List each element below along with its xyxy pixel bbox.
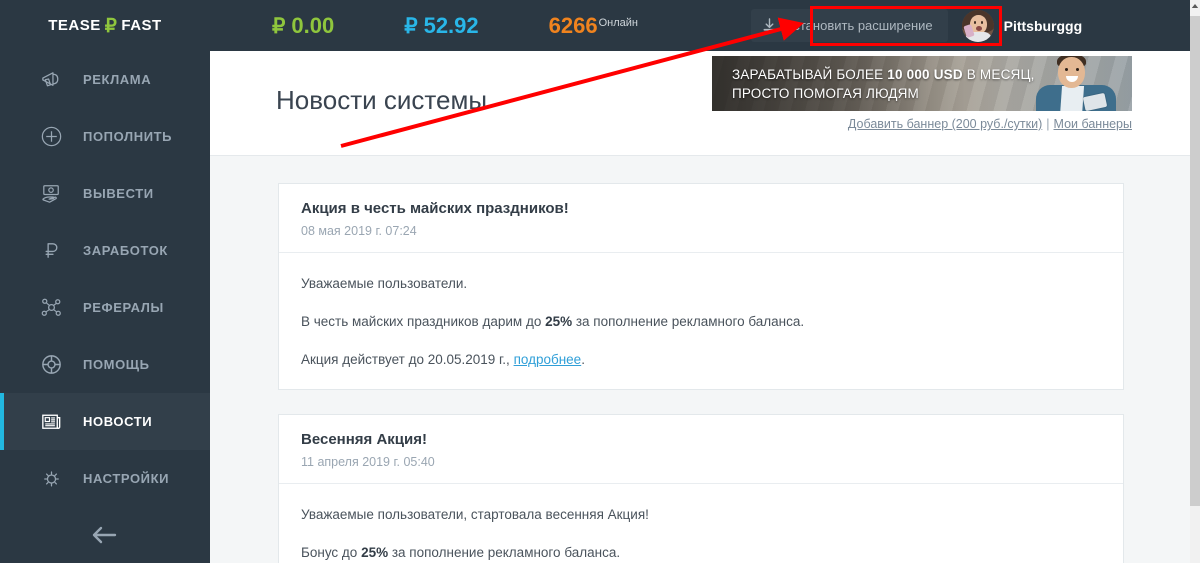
lifebuoy-icon — [36, 352, 66, 377]
ruble-logo-icon: ₽ — [104, 16, 118, 37]
news-title: Весенняя Акция! — [301, 431, 427, 448]
banner-links: Добавить баннер (200 руб./сутки) | Мои бан… — [712, 117, 1132, 131]
sidebar-item-deposit[interactable]: ПОПОЛНИТЬ — [0, 108, 210, 165]
site-logo[interactable]: TEASE ₽ FAST — [0, 0, 210, 51]
news-paragraph: Уважаемые пользователи, стартовала весен… — [301, 507, 649, 522]
add-banner-link[interactable]: Добавить баннер (200 руб./сутки) — [848, 117, 1042, 131]
logo-text-post: FAST — [121, 17, 162, 34]
top-bar: TEASE ₽ FAST ₽ 0.00 ₽ 52.92 6266 Онлайн … — [0, 0, 1190, 51]
news-text: . — [581, 352, 585, 367]
news-text: за пополнение рекламного баланса. — [572, 314, 805, 329]
scroll-up-button[interactable] — [1190, 0, 1200, 12]
newspaper-icon — [36, 409, 66, 434]
news-percent: 25% — [545, 314, 573, 329]
sidebar-item-label: НАСТРОЙКИ — [83, 471, 170, 486]
main-balance-value: 52.92 — [423, 12, 479, 38]
news-percent: 25% — [361, 545, 389, 560]
news-paragraph: В честь майских праздников дарим до 25% … — [301, 313, 1101, 331]
megaphone-icon — [36, 67, 66, 92]
download-icon — [762, 18, 777, 33]
online-count-value: 6266 — [548, 12, 598, 38]
gear-icon — [36, 466, 66, 491]
logo-text-pre: TEASE — [48, 17, 101, 34]
ruble-sign-icon: ₽ — [272, 14, 286, 38]
sidebar-collapse-button[interactable] — [0, 507, 210, 563]
my-banners-link[interactable]: Мои баннеры — [1054, 117, 1132, 131]
main-content: Новости системы ЗАРАБАТЫВАЙ БОЛЕЕ 10 000… — [210, 51, 1190, 563]
sidebar-item-help[interactable]: ПОМОЩЬ — [0, 336, 210, 393]
avatar — [961, 9, 994, 42]
news-date: 08 мая 2019 г. 07:24 — [301, 224, 417, 238]
news-card: Весенняя Акция! 11 апреля 2019 г. 05:40 … — [278, 414, 1124, 563]
banner-line1-c: В МЕСЯЦ, — [962, 67, 1035, 82]
news-text: Бонус до — [301, 545, 362, 560]
main-balance[interactable]: ₽ 52.92 — [404, 13, 478, 39]
news-list: Акция в честь майских праздников! 08 мая… — [210, 156, 1190, 563]
sidebar-item-label: РЕФЕРАЛЫ — [83, 300, 164, 315]
sidebar-item-earnings[interactable]: ЗАРАБОТОК — [0, 222, 210, 279]
news-text: В честь майских праздников дарим до — [301, 314, 546, 329]
sidebar-item-label: НОВОСТИ — [83, 414, 153, 429]
install-extension-button[interactable]: Установить расширение — [750, 9, 948, 42]
plus-circle-icon — [36, 124, 66, 149]
news-paragraph: Уважаемые пользователи. — [301, 276, 468, 291]
sidebar-item-news[interactable]: НОВОСТИ — [0, 393, 210, 450]
app-window: TEASE ₽ FAST ₽ 0.00 ₽ 52.92 6266 Онлайн … — [0, 0, 1200, 563]
banner-links-separator: | — [1046, 117, 1050, 131]
promo-banner[interactable]: ЗАРАБАТЫВАЙ БОЛЕЕ 10 000 USD В МЕСЯЦ, ПР… — [712, 56, 1132, 111]
news-card-body: Уважаемые пользователи. В честь майских … — [279, 253, 1123, 389]
sidebar-item-label: РЕКЛАМА — [83, 72, 152, 87]
ruble-icon — [36, 238, 66, 263]
scrollbar-thumb[interactable] — [1190, 16, 1200, 506]
news-paragraph: Бонус до 25% за пополнение рекламного ба… — [301, 544, 1101, 562]
banner-line2: ПРОСТО ПОМОГАЯ ЛЮДЯМ — [732, 86, 920, 101]
news-card-header: Весенняя Акция! 11 апреля 2019 г. 05:40 — [279, 415, 1123, 484]
online-counter: 6266 Онлайн — [549, 13, 638, 39]
news-card-header: Акция в честь майских праздников! 08 мая… — [279, 184, 1123, 253]
content-header: Новости системы ЗАРАБАТЫВАЙ БОЛЕЕ 10 000… — [210, 51, 1190, 156]
news-details-link[interactable]: подробнее — [514, 352, 582, 367]
banner-text: ЗАРАБАТЫВАЙ БОЛЕЕ 10 000 USD В МЕСЯЦ, ПР… — [732, 65, 1035, 103]
sidebar-item-label: ПОМОЩЬ — [83, 357, 150, 372]
username-label: Pittsburggg — [1003, 17, 1083, 34]
sidebar-item-withdraw[interactable]: ВЫВЕСТИ — [0, 165, 210, 222]
news-title: Акция в честь майских праздников! — [301, 200, 569, 217]
news-text: Акция действует до 20.05.2019 г., — [301, 352, 514, 367]
ruble-sign-icon: ₽ — [404, 14, 418, 38]
sidebar-item-settings[interactable]: НАСТРОЙКИ — [0, 450, 210, 507]
news-date: 11 апреля 2019 г. 05:40 — [301, 455, 435, 469]
advertising-balance[interactable]: ₽ 0.00 — [272, 13, 334, 39]
sidebar-item-label: ПОПОЛНИТЬ — [83, 129, 173, 144]
network-icon — [36, 295, 66, 320]
page-scrollbar[interactable] — [1190, 0, 1200, 563]
cash-hand-icon — [36, 181, 66, 206]
news-paragraph: Акция действует до 20.05.2019 г., подроб… — [301, 351, 1101, 369]
news-card-body: Уважаемые пользователи, стартовала весен… — [279, 484, 1123, 563]
news-card: Акция в честь майских праздников! 08 мая… — [278, 183, 1124, 390]
sidebar-item-referrals[interactable]: РЕФЕРАЛЫ — [0, 279, 210, 336]
banner-person-image — [1028, 56, 1124, 111]
advertising-balance-value: 0.00 — [291, 12, 335, 38]
sidebar-item-label: ВЫВЕСТИ — [83, 186, 154, 201]
online-label: Онлайн — [598, 16, 638, 29]
banner-line1-a: ЗАРАБАТЫВАЙ БОЛЕЕ — [732, 67, 888, 82]
install-extension-label: Установить расширение — [785, 18, 933, 33]
sidebar: РЕКЛАМА ПОПОЛНИТЬ ВЫВЕСТИ ЗАРАБОТОК РЕФЕ… — [0, 51, 210, 563]
sidebar-item-advertising[interactable]: РЕКЛАМА — [0, 51, 210, 108]
banner-area: ЗАРАБАТЫВАЙ БОЛЕЕ 10 000 USD В МЕСЯЦ, ПР… — [712, 56, 1132, 131]
user-menu[interactable]: Pittsburggg — [961, 9, 1083, 42]
banner-line1-amount: 10 000 USD — [887, 67, 963, 82]
news-text: за пополнение рекламного баланса. — [388, 545, 621, 560]
sidebar-item-label: ЗАРАБОТОК — [83, 243, 168, 258]
arrow-left-icon — [88, 523, 122, 552]
page-title: Новости системы — [276, 85, 488, 115]
